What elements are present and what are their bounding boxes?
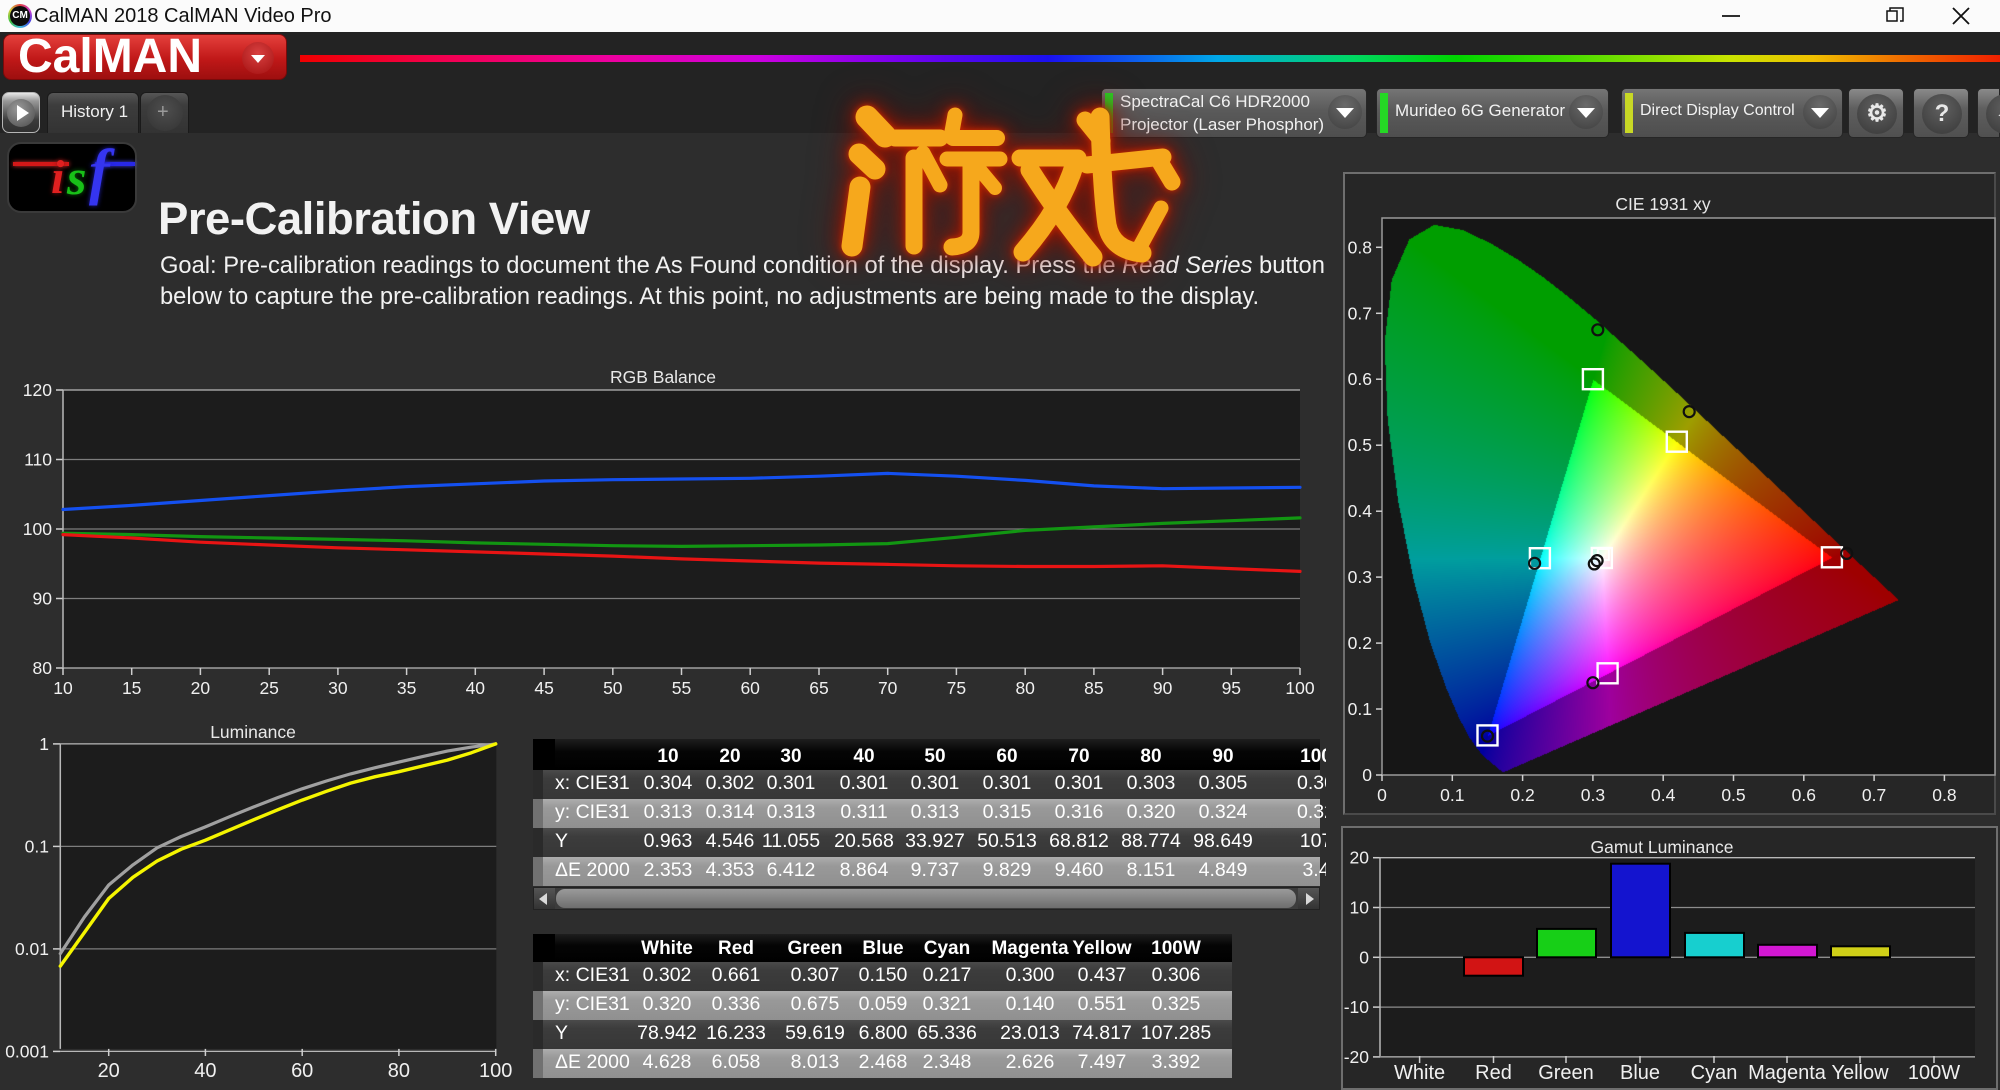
svg-text:0.5: 0.5	[1348, 435, 1372, 455]
svg-text:Magenta: Magenta	[1748, 1062, 1827, 1084]
svg-text:75: 75	[947, 678, 966, 698]
svg-text:0.1: 0.1	[1440, 785, 1464, 805]
svg-text:25: 25	[259, 678, 278, 698]
svg-text:Green: Green	[1538, 1062, 1594, 1084]
svg-text:60: 60	[291, 1060, 313, 1082]
svg-text:0.3: 0.3	[1348, 567, 1372, 587]
svg-text:Yellow: Yellow	[1831, 1062, 1889, 1084]
svg-text:55: 55	[672, 678, 691, 698]
svg-text:0: 0	[1359, 947, 1369, 967]
svg-text:1: 1	[39, 734, 49, 754]
svg-text:CIE 1931 xy: CIE 1931 xy	[1615, 194, 1711, 214]
svg-text:0.3: 0.3	[1581, 785, 1605, 805]
svg-text:100: 100	[1285, 678, 1314, 698]
svg-text:90: 90	[1153, 678, 1173, 698]
svg-text:20: 20	[1350, 848, 1370, 868]
svg-text:White: White	[1394, 1062, 1445, 1084]
svg-text:-10: -10	[1344, 997, 1370, 1017]
svg-text:0.5: 0.5	[1721, 785, 1745, 805]
svg-text:0.001: 0.001	[5, 1041, 49, 1061]
svg-text:65: 65	[809, 678, 828, 698]
svg-text:Cyan: Cyan	[1691, 1062, 1738, 1084]
svg-text:0.4: 0.4	[1348, 501, 1373, 521]
svg-text:90: 90	[33, 589, 53, 609]
svg-text:RGB Balance: RGB Balance	[610, 367, 716, 387]
svg-text:0.2: 0.2	[1348, 633, 1372, 653]
svg-text:85: 85	[1084, 678, 1103, 698]
svg-text:0: 0	[1362, 765, 1372, 785]
svg-text:80: 80	[1015, 678, 1035, 698]
svg-text:100W: 100W	[1908, 1062, 1960, 1084]
svg-text:Luminance: Luminance	[210, 722, 296, 742]
svg-text:Red: Red	[1475, 1062, 1512, 1084]
svg-text:0.7: 0.7	[1862, 785, 1886, 805]
svg-text:95: 95	[1222, 678, 1241, 698]
svg-text:0.6: 0.6	[1348, 369, 1372, 389]
svg-text:10: 10	[1350, 898, 1370, 918]
svg-text:20: 20	[191, 678, 211, 698]
svg-text:40: 40	[466, 678, 486, 698]
svg-text:80: 80	[388, 1060, 410, 1082]
svg-text:Blue: Blue	[1620, 1062, 1660, 1084]
svg-text:40: 40	[194, 1060, 216, 1082]
svg-text:0.4: 0.4	[1651, 785, 1676, 805]
svg-text:120: 120	[23, 380, 52, 400]
svg-text:15: 15	[122, 678, 141, 698]
svg-text:100: 100	[23, 519, 52, 539]
svg-text:0.1: 0.1	[1348, 699, 1372, 719]
svg-text:10: 10	[53, 678, 73, 698]
svg-text:30: 30	[328, 678, 348, 698]
svg-text:0.7: 0.7	[1348, 303, 1372, 323]
svg-text:100: 100	[479, 1060, 512, 1082]
svg-text:0: 0	[1377, 785, 1387, 805]
svg-text:60: 60	[740, 678, 760, 698]
svg-text:0.01: 0.01	[15, 939, 49, 959]
svg-text:0.2: 0.2	[1510, 785, 1534, 805]
svg-text:35: 35	[397, 678, 416, 698]
svg-text:50: 50	[603, 678, 623, 698]
svg-text:Gamut Luminance: Gamut Luminance	[1591, 837, 1734, 857]
svg-text:0.6: 0.6	[1792, 785, 1816, 805]
svg-text:20: 20	[98, 1060, 120, 1082]
svg-text:-20: -20	[1344, 1047, 1370, 1067]
svg-text:80: 80	[33, 658, 53, 678]
svg-text:70: 70	[878, 678, 898, 698]
svg-text:0.1: 0.1	[25, 836, 49, 856]
svg-text:45: 45	[534, 678, 553, 698]
svg-text:0.8: 0.8	[1348, 237, 1372, 257]
svg-text:110: 110	[24, 450, 52, 470]
svg-text:0.8: 0.8	[1932, 785, 1956, 805]
